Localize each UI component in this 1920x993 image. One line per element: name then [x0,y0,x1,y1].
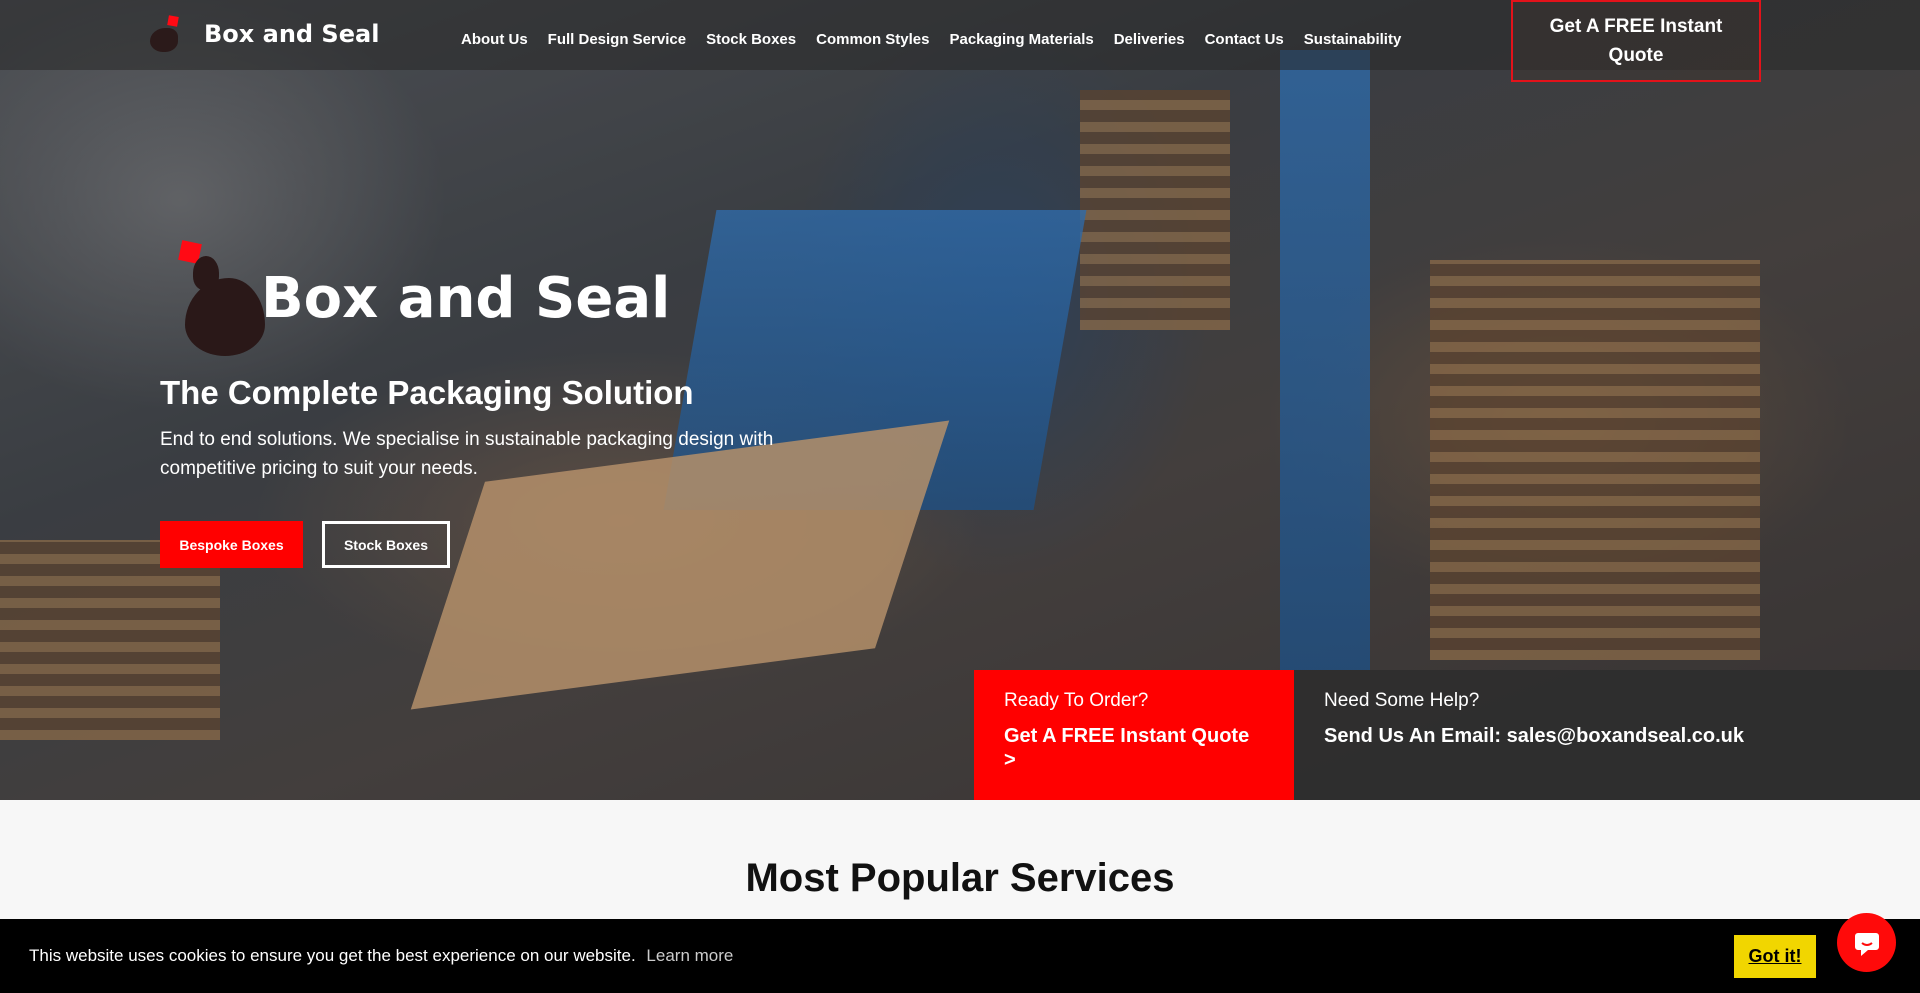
pallet-stack-image [0,540,220,740]
section-title: Most Popular Services [745,856,1175,900]
order-label: Ready To Order? [1004,690,1149,711]
nav-contact-us[interactable]: Contact Us [1205,31,1284,48]
main-nav: About Us Full Design Service Stock Boxes… [461,31,1401,48]
nav-deliveries[interactable]: Deliveries [1114,31,1185,48]
nav-full-design-service[interactable]: Full Design Service [548,31,686,48]
nav-sustainability[interactable]: Sustainability [1304,31,1402,48]
hero-subtext: End to end solutions. We specialise in s… [160,429,774,479]
hero-tagline: The Complete Packaging Solution [160,374,694,411]
bespoke-boxes-button[interactable]: Bespoke Boxes [160,521,303,568]
email-link[interactable]: Send Us An Email: sales@boxandseal.co.uk [1324,724,1890,748]
hero-logo-title: Box and Seal [261,266,671,331]
free-quote-button[interactable]: Get A FREE Instant Quote [1511,0,1761,82]
nav-packaging-materials[interactable]: Packaging Materials [949,31,1093,48]
order-quote-panel[interactable]: Ready To Order? Get A FREE Instant Quote… [974,670,1294,800]
machine-image [1280,50,1370,670]
nav-about-us[interactable]: About Us [461,31,528,48]
site-logo[interactable]: Box and Seal [150,14,379,54]
learn-more-link[interactable]: Learn more [646,946,733,965]
stock-boxes-button[interactable]: Stock Boxes [322,521,450,568]
chat-icon[interactable] [1837,913,1896,972]
order-quote-link[interactable]: Get A FREE Instant Quote > [1004,724,1264,772]
pallet-stack-image [1430,260,1760,660]
nav-stock-boxes[interactable]: Stock Boxes [706,31,796,48]
seal-logo-icon [185,256,265,356]
logo-text: Box and Seal [204,20,380,48]
help-email-panel[interactable]: Need Some Help? Send Us An Email: sales@… [1294,670,1920,800]
seal-logo-icon [150,14,194,54]
chat-bubble-icon [1854,932,1879,956]
help-label: Need Some Help? [1324,690,1480,711]
nav-common-styles[interactable]: Common Styles [816,31,929,48]
hero-logo: Box and Seal [175,238,675,363]
cookie-message-wrap: This website uses cookies to ensure you … [29,946,733,966]
cookie-message: This website uses cookies to ensure you … [29,946,636,965]
cookie-banner: This website uses cookies to ensure you … [0,919,1920,993]
cookie-accept-button[interactable]: Got it! [1734,935,1816,978]
pallet-stack-image [1080,90,1230,330]
